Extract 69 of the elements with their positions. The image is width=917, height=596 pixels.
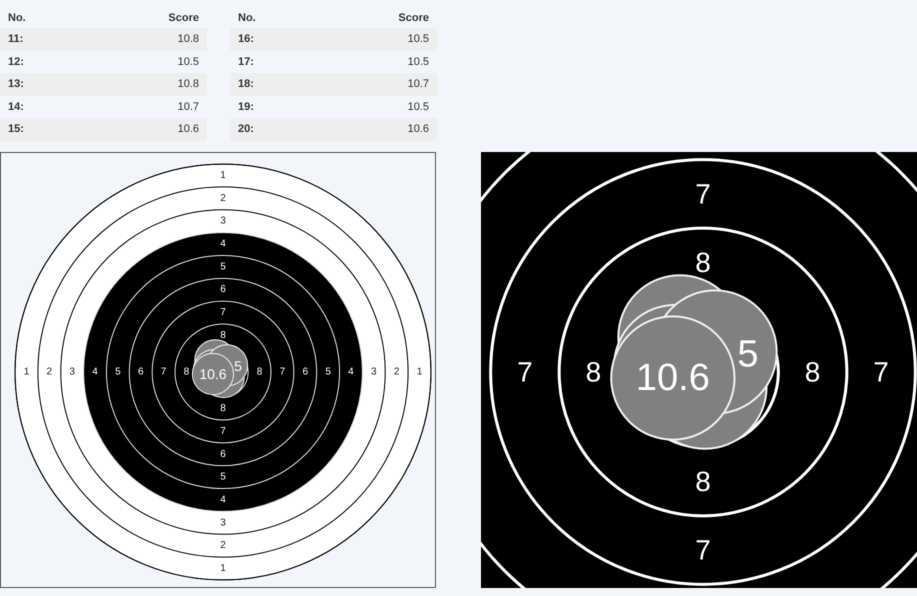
shot-number: 18:	[238, 78, 254, 90]
ring-number: 2	[394, 366, 400, 378]
ring-number: 6	[220, 284, 226, 296]
shot-number: 11:	[8, 33, 24, 46]
ring-number: 3	[220, 216, 226, 227]
ring-number: 8	[804, 356, 820, 388]
shot-number: 16:	[238, 33, 254, 46]
ring-number: 8	[586, 356, 602, 388]
ring-number: 2	[220, 192, 226, 204]
ring-number: 8	[256, 366, 262, 378]
ring-number: 1	[416, 366, 422, 378]
shot-number: 17:	[238, 56, 254, 68]
ring-number: 3	[69, 366, 75, 378]
shot-number: 20:	[238, 123, 254, 136]
ring-number: 2	[46, 366, 52, 378]
shot-score: 10.5	[408, 100, 429, 113]
shot-score: 10.6	[178, 123, 199, 136]
shot-score: 10.5	[178, 56, 199, 68]
shot-score: 10.7	[408, 78, 429, 90]
ring-number: 6	[220, 448, 226, 460]
ring-number: 4	[92, 366, 98, 378]
ring-number: 1	[220, 563, 226, 574]
shot-score: 10.5	[408, 56, 429, 68]
shot-number: 15:	[8, 123, 24, 136]
ring-number: 6	[138, 366, 144, 378]
shot-score: 10.6	[408, 123, 429, 136]
ring-number: 7	[517, 356, 533, 388]
bullet-hole	[192, 352, 234, 396]
shot-score: 10.8	[178, 33, 199, 46]
ring-number: 8	[220, 403, 226, 414]
shot-score: 10.6	[199, 366, 227, 382]
ring-number: 4	[348, 366, 354, 378]
ring-number: 4	[220, 238, 226, 250]
shot-score: 5	[737, 334, 758, 376]
ring-number: 3	[220, 517, 226, 528]
ring-number: 8	[184, 366, 190, 378]
ring-number: 8	[695, 246, 711, 278]
shot-number: 12:	[8, 56, 24, 68]
ring-number: 5	[220, 472, 226, 483]
ring-number: 5	[220, 261, 226, 272]
ring-number: 7	[280, 366, 286, 378]
column-header: No.	[8, 12, 26, 24]
shot-score: 10.5	[408, 33, 429, 46]
shot-score: 5	[234, 358, 242, 374]
column-header: No.	[238, 12, 256, 24]
ring-number: 1	[220, 170, 226, 181]
ring-number: 7	[220, 426, 226, 437]
ring-number: 4	[220, 494, 226, 506]
column-header: Score	[168, 12, 199, 24]
ring-number: 2	[220, 540, 226, 552]
ring-number: 7	[695, 178, 711, 210]
ring-number: 7	[160, 366, 166, 378]
ring-number: 7	[873, 356, 889, 388]
shot-number: 13:	[8, 78, 24, 90]
ring-number: 5	[115, 366, 121, 378]
shot-score: 10.8	[178, 78, 199, 90]
column-header: Score	[398, 12, 429, 24]
shot-number: 14:	[8, 100, 24, 113]
ring-number: 8	[220, 330, 226, 341]
shot-number: 19:	[238, 100, 254, 113]
shot-score: 10.6	[636, 357, 710, 400]
ring-number: 3	[371, 366, 377, 378]
ring-number: 7	[695, 534, 711, 566]
ring-number: 8	[695, 466, 711, 498]
ring-number: 5	[325, 366, 331, 378]
ring-number: 1	[24, 366, 30, 378]
ring-number: 7	[220, 307, 226, 318]
ring-number: 6	[302, 366, 308, 378]
shot-score: 10.7	[178, 100, 199, 113]
